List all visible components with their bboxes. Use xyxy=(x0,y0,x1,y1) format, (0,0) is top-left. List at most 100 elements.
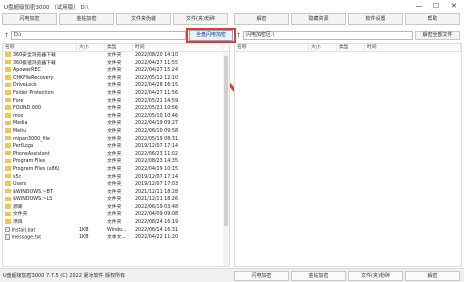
file-row[interactable]: 360极速浏览器下载 文件夹 2022/04/27 11:55 xyxy=(3,59,229,68)
folder-icon xyxy=(5,150,11,156)
file-time: 2022/05/10 10:46 xyxy=(135,113,178,119)
folder-icon xyxy=(5,181,11,186)
file-name: 项目 xyxy=(13,220,23,226)
file-type: 文件夹 xyxy=(107,106,122,112)
file-row[interactable]: mce 文件夹 2022/05/10 10:46 xyxy=(3,113,229,121)
column-size[interactable]: 大小 xyxy=(309,44,337,51)
file-row[interactable]: Media 文件夹 2022/04/19 09:27 xyxy=(3,120,229,128)
folder-icon xyxy=(5,173,11,179)
file-row[interactable]: DriveLock 文件夹 2022/04/28 16:15 xyxy=(3,82,229,90)
status-decrypt-button[interactable]: 解密 xyxy=(405,271,460,281)
up-arrow-icon[interactable]: ↑ xyxy=(2,31,11,40)
column-type[interactable]: 类型 xyxy=(105,44,133,51)
file-row[interactable]: Program Files 文件夹 2022/08/23 14:35 xyxy=(3,158,229,166)
file-row[interactable]: PhoneAssistant 文件夹 2022/06/23 11:02 xyxy=(3,150,229,159)
decrypt-all-button[interactable]: 解密全部文件 xyxy=(415,31,460,40)
file-time: 2022/04/22 11:20 xyxy=(135,235,178,241)
file-name: 360安全浏览器下载 xyxy=(13,53,56,58)
file-name: Program Files xyxy=(13,159,46,165)
status-shred-button[interactable]: 文件(夹)粉碎 xyxy=(348,271,403,281)
right-path-input[interactable]: 闪电加密区:\ xyxy=(243,31,413,40)
right-toolbar: 解密 隐藏资源 软件设置 帮助 xyxy=(234,13,462,27)
settings-button[interactable]: 软件设置 xyxy=(348,13,403,25)
column-type[interactable]: 类型 xyxy=(337,44,365,51)
column-name[interactable]: 名称 xyxy=(3,44,77,51)
file-row[interactable]: CHKFileRecovery 文件夹 2022/05/12 12:10 xyxy=(3,75,229,83)
file-time: 2022/04/19 09:27 xyxy=(135,121,178,127)
file-row[interactable]: Install.bat 1KB Windo... 2022/06/14 16:31 xyxy=(3,226,229,235)
file-type: 文件夹 xyxy=(107,136,122,142)
file-type: 文件夹 xyxy=(107,53,122,58)
folder-icon xyxy=(5,59,11,65)
file-row[interactable]: $WINDOWS.~LS 文件夹 2021/12/11 18:26 xyxy=(3,196,229,204)
file-row[interactable]: message.txt 1KB 文本文... 2022/04/22 11:20 xyxy=(3,234,229,242)
file-type: 文本文... xyxy=(107,235,126,241)
file-row[interactable]: s5c 文件夹 2019/12/07 17:14 xyxy=(3,173,229,182)
file-time: 2019/12/07 17:14 xyxy=(135,174,178,180)
file-icon xyxy=(5,234,10,240)
file-name: mce xyxy=(13,113,24,119)
file-row[interactable]: $WINDOWS.~BT 文件夹 2021/12/11 18:28 xyxy=(3,188,229,197)
file-row[interactable]: Program Files (x86) 文件夹 2022/04/19 10:15 xyxy=(3,166,229,174)
file-time: 2022/04/09 09:08 xyxy=(135,212,178,218)
maximize-button[interactable]: ☐ xyxy=(428,1,444,12)
folder-icon xyxy=(5,82,11,88)
file-name: ApowerREC xyxy=(13,68,41,74)
file-row[interactable]: FOUND.000 文件夹 2022/05/21 10:56 xyxy=(3,105,229,113)
scroll-thumb[interactable] xyxy=(224,56,228,226)
file-row[interactable]: 源库 文件夹 2022/06/19 03:48 xyxy=(3,204,229,212)
decrypt-button[interactable]: 解密 xyxy=(234,13,289,25)
file-row[interactable]: 360安全浏览器下载 文件夹 2022/08/20 14:10 xyxy=(3,52,229,60)
folder-icon xyxy=(5,90,11,95)
file-type: 文件夹 xyxy=(107,197,122,203)
file-name-cell: 360极速浏览器下载 xyxy=(3,59,77,68)
file-type: 文件夹 xyxy=(107,144,122,150)
file-name: Meitu xyxy=(13,128,27,134)
status-diamond-encrypt-button[interactable]: 金钻加密 xyxy=(291,271,346,281)
file-size: 1KB xyxy=(79,235,89,241)
right-file-pane: 名称 大小 类型 时间 xyxy=(234,43,462,267)
close-button[interactable]: ✕ xyxy=(446,1,462,12)
minimize-button[interactable]: — xyxy=(411,1,427,12)
file-row[interactable]: 文件夹 文件夹 2022/04/09 09:08 xyxy=(3,211,229,219)
file-row[interactable]: Fore 文件夹 2022/05/21 14:59 xyxy=(3,97,229,106)
file-row[interactable]: PerfLogs 文件夹 2019/12/07 17:14 xyxy=(3,143,229,151)
file-row[interactable]: 项目 文件夹 2022/08/24 16:19 xyxy=(3,219,229,227)
column-name[interactable]: 名称 xyxy=(235,44,309,51)
file-row[interactable]: Folder Protection 文件夹 2022/04/27 11:56 xyxy=(3,90,229,98)
column-size[interactable]: 大小 xyxy=(77,44,105,51)
flash-encrypt-button[interactable]: 闪电加密 xyxy=(2,13,57,25)
file-name: 文件夹 xyxy=(13,212,28,218)
shred-button[interactable]: 文件(夹)粉碎 xyxy=(173,13,228,25)
file-time: 2022/05/19 08:31 xyxy=(135,136,178,142)
file-row[interactable]: ApowerREC 文件夹 2022/04/27 15:24 xyxy=(3,67,229,75)
file-time: 2022/06/10 09:58 xyxy=(135,128,178,134)
left-path-input[interactable]: D:\ xyxy=(11,31,186,40)
file-type: 文件夹 xyxy=(107,75,122,81)
file-name: Fore xyxy=(13,98,24,104)
file-type: 文件夹 xyxy=(107,121,122,127)
left-scrollbar[interactable] xyxy=(223,52,229,266)
file-name-cell: Program Files xyxy=(3,158,77,166)
file-type: 文件夹 xyxy=(107,189,122,195)
file-name: Install.bat xyxy=(11,227,36,233)
file-name-cell: 项目 xyxy=(3,219,77,227)
hidden-resources-button[interactable]: 隐藏资源 xyxy=(291,13,346,25)
file-row[interactable]: mipan3000_file 文件夹 2022/05/19 08:31 xyxy=(3,135,229,144)
file-row[interactable]: Meitu 文件夹 2022/06/10 09:58 xyxy=(3,128,229,136)
file-name-cell: Fore xyxy=(3,97,77,106)
file-name: 360极速浏览器下载 xyxy=(13,60,56,66)
diamond-encrypt-button[interactable]: 金钻加密 xyxy=(59,13,114,25)
file-name: $WINDOWS.~LS xyxy=(13,197,53,203)
help-button[interactable]: 帮助 xyxy=(405,13,460,25)
folder-disguise-button[interactable]: 文件夹伪装 xyxy=(116,13,171,25)
column-time[interactable]: 时间 xyxy=(365,44,461,51)
up-arrow-icon[interactable]: ↑ xyxy=(234,31,243,40)
column-time[interactable]: 时间 xyxy=(133,44,223,51)
right-list-header: 名称 大小 类型 时间 xyxy=(235,44,461,52)
file-row[interactable]: Users 文件夹 2019/12/07 17:03 xyxy=(3,181,229,189)
left-toolbar: 闪电加密 金钻加密 文件夹伪装 文件(夹)粉碎 xyxy=(2,13,232,27)
status-flash-encrypt-button[interactable]: 闪电加密 xyxy=(234,271,289,281)
file-name: Program Files (x86) xyxy=(13,166,60,172)
file-name-cell: mipan3000_file xyxy=(3,135,77,144)
